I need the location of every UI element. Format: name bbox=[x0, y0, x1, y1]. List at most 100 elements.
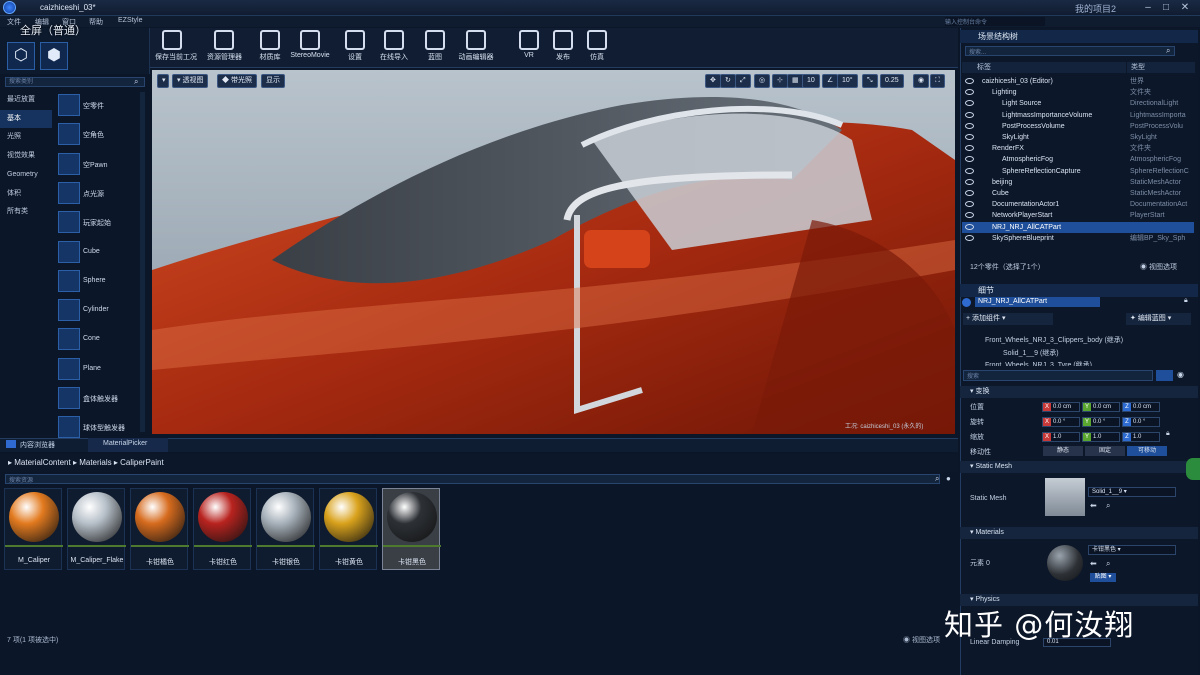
outliner-row[interactable]: SkyLight SkyLight bbox=[962, 132, 1194, 143]
category-item[interactable]: 视觉效果 bbox=[0, 147, 52, 165]
grid-size-value[interactable]: 10 bbox=[802, 74, 820, 88]
location-z-field[interactable]: Z 0.0 cm bbox=[1122, 402, 1160, 412]
scale-icon[interactable]: ⤢ bbox=[735, 74, 751, 88]
search-icon[interactable]: ⌕ bbox=[935, 474, 939, 484]
column-type-header[interactable]: 类型 bbox=[1127, 62, 1195, 73]
materials-section[interactable]: ▾ Materials bbox=[960, 527, 1198, 539]
static-mesh-section[interactable]: ▾ Static Mesh bbox=[960, 461, 1198, 473]
eye-icon[interactable] bbox=[965, 145, 974, 152]
place-item[interactable]: 点光源 bbox=[55, 180, 140, 207]
material-tile[interactable]: 卡钳黑色 bbox=[382, 488, 441, 570]
eye-icon[interactable] bbox=[965, 223, 974, 230]
use-selected-arrow-icon[interactable]: ⬅ bbox=[1090, 501, 1097, 510]
outliner-view-options[interactable]: ◉ 视图选项 bbox=[1140, 262, 1177, 272]
eye-icon[interactable] bbox=[965, 100, 974, 107]
rotation-z-field[interactable]: Z 0.0 ° bbox=[1122, 417, 1160, 427]
minimize-icon[interactable]: – bbox=[1141, 2, 1155, 14]
outliner-row[interactable]: DocumentationActor1 DocumentationAct bbox=[962, 199, 1194, 210]
eye-icon[interactable] bbox=[965, 201, 974, 208]
category-item[interactable]: Geometry bbox=[0, 166, 52, 184]
viewport-menu-button[interactable]: ▾ bbox=[157, 74, 169, 88]
outliner-search-input[interactable]: 搜索... bbox=[965, 46, 1175, 56]
left-scrollbar[interactable] bbox=[140, 92, 145, 432]
place-item[interactable]: 空角色 bbox=[55, 121, 140, 148]
toolbar-button[interactable]: 蓝图 bbox=[418, 30, 452, 66]
camera-speed-icon[interactable]: ◉ bbox=[913, 74, 930, 88]
outliner-row[interactable]: LightmassImportanceVolume LightmassImport… bbox=[962, 110, 1194, 121]
eye-icon[interactable] bbox=[965, 190, 974, 196]
console-command-input[interactable]: 输入控制台命令 bbox=[945, 17, 1045, 26]
outliner-row[interactable]: RenderFX 文件夹 bbox=[962, 143, 1194, 154]
eye-icon[interactable] bbox=[965, 78, 974, 84]
place-item[interactable]: Plane bbox=[55, 356, 140, 383]
user-icon[interactable]: ● bbox=[946, 474, 951, 483]
outliner-row[interactable]: beijing StaticMeshActor bbox=[962, 177, 1194, 188]
lit-mode-button[interactable]: ◆ 带光照 bbox=[217, 74, 257, 88]
add-component-button[interactable]: + 添加组件 ▾ bbox=[963, 313, 1053, 325]
lock-icon[interactable]: 🔒︎ bbox=[1184, 297, 1188, 305]
edit-blueprint-button[interactable]: ✦ 编辑蓝图 ▾ bbox=[1126, 313, 1191, 325]
toolbar-button[interactable]: 资源管理器 bbox=[207, 30, 242, 66]
location-x-field[interactable]: X 0.0 cm bbox=[1042, 402, 1080, 412]
eye-icon[interactable] bbox=[965, 111, 974, 118]
static-mesh-thumbnail[interactable] bbox=[1045, 478, 1085, 516]
breadcrumb-item[interactable]: MaterialContent bbox=[14, 458, 70, 467]
material-dropdown[interactable]: 卡钳黑色 ▾ bbox=[1088, 545, 1176, 555]
eye-icon[interactable] bbox=[965, 167, 974, 174]
outliner-row[interactable]: caizhiceshi_03 (Editor) 世界 bbox=[962, 76, 1194, 87]
texture-button[interactable]: 贴图 ▾ bbox=[1090, 573, 1116, 582]
eye-icon[interactable] bbox=[965, 122, 974, 129]
maximize-viewport-icon[interactable]: ⛶ bbox=[930, 74, 945, 88]
breadcrumb-item[interactable]: CaliperPaint bbox=[120, 458, 164, 467]
app-logo-icon[interactable] bbox=[3, 1, 16, 14]
search-icon[interactable]: ⌕ bbox=[1166, 46, 1170, 56]
toolbar-button[interactable]: 仿真 bbox=[580, 30, 614, 66]
toolbar-button[interactable]: 发布 bbox=[546, 30, 580, 66]
category-item[interactable]: 光照 bbox=[0, 128, 52, 146]
mobility-static-button[interactable]: 静态 bbox=[1043, 446, 1083, 456]
category-search-input[interactable]: 搜索类别 bbox=[5, 77, 145, 87]
category-item[interactable]: 体积 bbox=[0, 185, 52, 203]
breadcrumb-item[interactable]: Materials bbox=[79, 458, 111, 467]
rotation-snap-value[interactable]: 10° bbox=[837, 74, 858, 88]
category-item[interactable]: 最近放置 bbox=[0, 91, 52, 109]
place-item[interactable]: 球体型触发器 bbox=[55, 414, 140, 441]
outliner-row[interactable]: AtmosphericFog AtmosphericFog bbox=[962, 154, 1194, 165]
component-row[interactable]: Front_Wheels_NRJ_3_Tyre (继承) bbox=[985, 360, 1092, 366]
side-collapse-button[interactable] bbox=[1186, 458, 1200, 480]
browse-search-icon[interactable]: ⌕ bbox=[1106, 501, 1110, 511]
search-icon[interactable]: ⌕ bbox=[134, 77, 138, 87]
material-thumbnail[interactable] bbox=[1045, 544, 1085, 582]
perspective-button[interactable]: ▾ 透视图 bbox=[172, 74, 209, 88]
world-space-icon[interactable]: ◎ bbox=[754, 74, 771, 88]
category-item[interactable]: 基本 bbox=[0, 109, 52, 128]
outliner-row[interactable]: Lighting 文件夹 bbox=[962, 87, 1194, 98]
scale-x-field[interactable]: X 1.0 bbox=[1042, 432, 1080, 442]
place-item[interactable]: 空Pawn bbox=[55, 151, 140, 178]
property-matrix-button[interactable] bbox=[1156, 370, 1173, 381]
outliner-row[interactable]: SphereReflectionCapture SphereReflectionC bbox=[962, 166, 1194, 177]
outliner-row[interactable]: Cube StaticMeshActor bbox=[962, 188, 1194, 199]
rotation-x-field[interactable]: X 0.0 ° bbox=[1042, 417, 1080, 427]
maximize-icon[interactable]: □ bbox=[1159, 2, 1173, 14]
outliner-row[interactable]: NRJ_NRJ_AllCATPart bbox=[962, 221, 1194, 233]
surface-snap-icon[interactable]: ⊹ bbox=[772, 74, 788, 88]
rotation-y-field[interactable]: Y 0.0 ° bbox=[1082, 417, 1120, 427]
location-y-field[interactable]: Y 0.0 cm bbox=[1082, 402, 1120, 412]
eye-icon[interactable] bbox=[965, 234, 974, 241]
details-search-input[interactable]: 搜索 bbox=[963, 370, 1153, 381]
place-item[interactable]: 盒体触发器 bbox=[55, 385, 140, 412]
eye-icon[interactable] bbox=[965, 212, 974, 219]
tab-content-browser[interactable]: 内容浏览器 bbox=[20, 440, 55, 450]
transform-section[interactable]: ▾ 变换 bbox=[960, 386, 1198, 398]
asset-search-input[interactable]: 搜索资源 bbox=[5, 474, 940, 484]
component-row[interactable]: Solid_1__9 (继承) bbox=[1003, 348, 1059, 358]
category-item[interactable]: 所有类 bbox=[0, 203, 52, 221]
lock-scale-icon[interactable]: 🔒︎ bbox=[1166, 430, 1170, 438]
outliner-row[interactable]: Light Source DirectionalLight bbox=[962, 98, 1194, 109]
toolbar-button[interactable]: 动画编辑器 bbox=[456, 30, 496, 66]
toolbar-button[interactable]: 保存当前工况 bbox=[155, 30, 197, 66]
selected-actor-name[interactable]: NRJ_NRJ_AllCATPart bbox=[975, 297, 1100, 307]
eye-icon[interactable]: ◉ bbox=[1177, 370, 1184, 379]
toolbar-button[interactable]: StereoMovie bbox=[288, 30, 332, 66]
